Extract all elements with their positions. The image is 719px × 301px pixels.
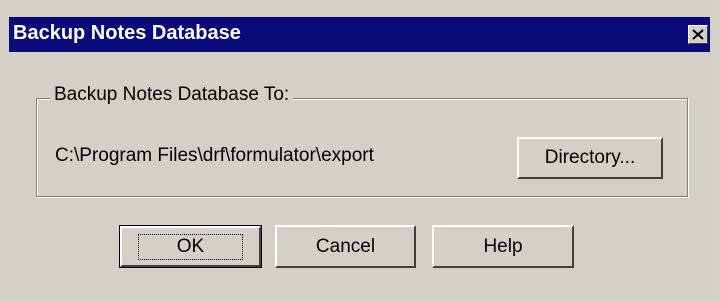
backup-path-text: C:\Program Files\drf\formulator\export — [55, 145, 374, 166]
directory-button[interactable]: Directory... — [517, 137, 663, 179]
close-button[interactable] — [688, 25, 708, 44]
ok-button-label: OK — [137, 233, 244, 260]
cancel-button[interactable]: Cancel — [275, 225, 416, 268]
help-button[interactable]: Help — [432, 225, 574, 268]
dialog-window: Backup Notes Database Backup Notes Datab… — [0, 0, 719, 301]
title-bar[interactable]: Backup Notes Database — [9, 17, 710, 52]
window-title: Backup Notes Database — [13, 22, 241, 44]
ok-button-face: OK — [120, 226, 261, 267]
close-icon — [692, 29, 704, 40]
group-label: Backup Notes Database To: — [50, 84, 294, 106]
ok-button[interactable]: OK — [119, 225, 262, 268]
